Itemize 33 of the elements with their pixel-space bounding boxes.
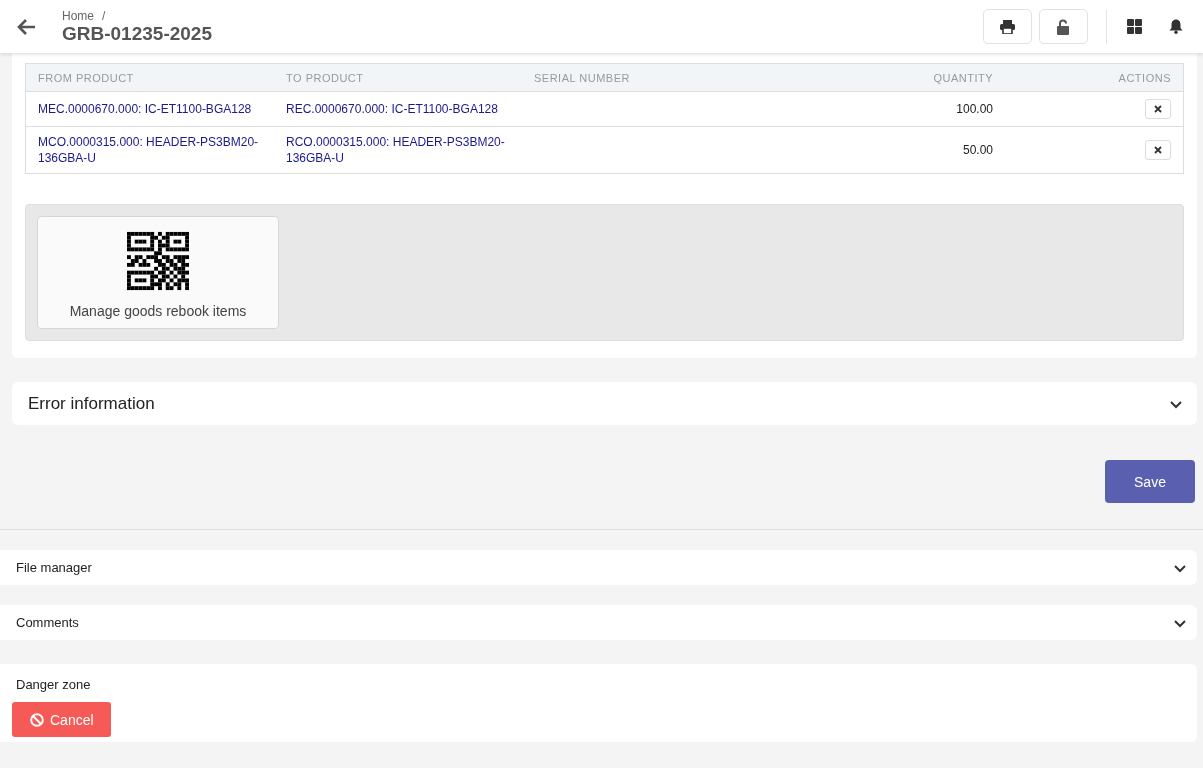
bell-icon[interactable]: [1169, 19, 1183, 34]
table-cell: 50.00: [806, 126, 1005, 174]
table-cell: MEC.0000670.000: IC-ET1100-BGA128: [25, 91, 274, 127]
save-button[interactable]: Save: [1105, 460, 1195, 503]
close-icon: [1154, 105, 1162, 113]
unlock-button[interactable]: [1039, 9, 1088, 44]
prohibited-icon: [30, 712, 44, 727]
table-cell: RCO.0000315.000: HEADER-PS3BM20-136GBA-U: [274, 126, 522, 174]
grid-icon[interactable]: [1127, 19, 1142, 34]
qr-code-icon: [127, 231, 189, 291]
breadcrumb-link[interactable]: Home: [62, 8, 94, 23]
manage-items-tile[interactable]: Manage goods rebook items: [37, 216, 279, 329]
delete-row-button[interactable]: [1145, 140, 1171, 160]
table-cell: REC.0000670.000: IC-ET1100-BGA128: [274, 91, 522, 127]
printer-icon: [1000, 19, 1015, 34]
table-cell: 100.00: [806, 91, 1005, 127]
column-header: QUANTITY: [806, 63, 1005, 92]
column-header: TO PRODUCT: [274, 63, 522, 92]
column-header: FROM PRODUCT: [25, 63, 274, 92]
collapsible-panel-header[interactable]: Comments: [0, 605, 1197, 640]
close-icon: [1154, 146, 1162, 154]
print-button[interactable]: [983, 9, 1032, 44]
error-information-header[interactable]: Error information: [12, 382, 1197, 425]
page-title: GRB-01235-2025: [62, 22, 212, 45]
breadcrumb-separator: /: [102, 8, 106, 23]
column-header: ACTIONS: [1005, 63, 1184, 92]
table-cell: MCO.0000315.000: HEADER-PS3BM20-136GBA-U: [25, 126, 274, 174]
delete-row-button[interactable]: [1145, 99, 1171, 119]
section-title: Danger zone: [16, 677, 91, 692]
collapsible-panel-header[interactable]: File manager: [0, 550, 1197, 585]
column-header: SERIAL NUMBER: [522, 63, 807, 92]
back-arrow-icon[interactable]: [16, 17, 36, 36]
unlocked-padlock-icon: [1056, 18, 1071, 35]
